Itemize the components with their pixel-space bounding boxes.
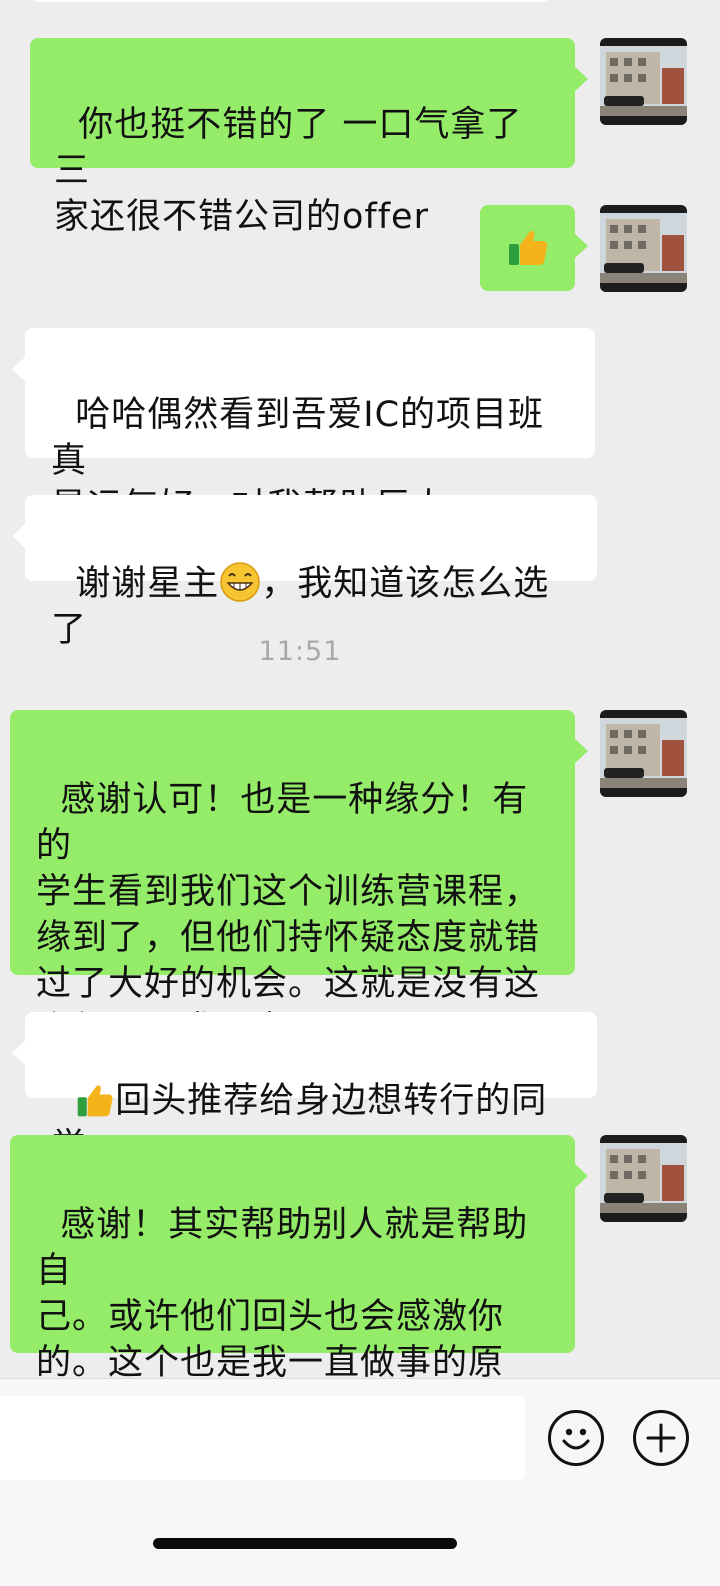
message-bubble-received[interactable]: 谢谢星主 ，我知道该怎么选了	[12, 495, 597, 650]
message-bubble-sent[interactable]	[480, 205, 588, 291]
avatar[interactable]	[600, 205, 687, 292]
avatar[interactable]	[600, 1135, 687, 1222]
message-bubble-sent[interactable]: 感谢认可！也是一种缘分！有的 学生看到我们这个训练营课程， 缘到了，但他们持怀疑…	[10, 710, 588, 1050]
chat-timestamp: 11:51	[258, 636, 342, 667]
thumbs-up-icon	[77, 1085, 113, 1117]
avatar-image	[600, 1135, 687, 1222]
avatar-image	[600, 38, 687, 125]
message-bubble-sent[interactable]: 你也挺不错的了 一口气拿了三 家还很不错公司的offer	[30, 38, 588, 237]
message-text: 感谢认可！也是一种缘分！有的 学生看到我们这个训练营课程， 缘到了，但他们持怀疑…	[36, 780, 541, 1050]
previous-message-fragment	[0, 0, 720, 2]
avatar-image	[600, 205, 687, 292]
message-bubble-received[interactable]: 回头推荐给身边想转行的同学	[12, 1012, 597, 1167]
avatar[interactable]	[600, 710, 687, 797]
home-indicator[interactable]	[153, 1538, 457, 1549]
plus-icon	[646, 1423, 676, 1453]
message-text: 谢谢星主	[75, 564, 220, 604]
message-bubble-sent[interactable]: 感谢！其实帮助别人就是帮助自 己。或许他们回头也会感激你 的。这个也是我一直做事…	[10, 1135, 588, 1429]
message-input[interactable]	[0, 1396, 525, 1480]
smiley-face-icon	[562, 1428, 590, 1450]
message-bubble-received[interactable]: 哈哈偶然看到吾爱IC的项目班真 是运气好，对我帮助巨大	[12, 328, 595, 527]
grinning-face-icon	[220, 562, 261, 602]
avatar-image	[600, 710, 687, 797]
avatar[interactable]	[600, 38, 687, 125]
thumbs-up-icon	[509, 230, 548, 265]
plus-button[interactable]	[633, 1410, 689, 1466]
message-text: 你也挺不错的了 一口气拿了三 家还很不错公司的offer	[54, 105, 523, 237]
emoji-button[interactable]	[548, 1410, 604, 1466]
